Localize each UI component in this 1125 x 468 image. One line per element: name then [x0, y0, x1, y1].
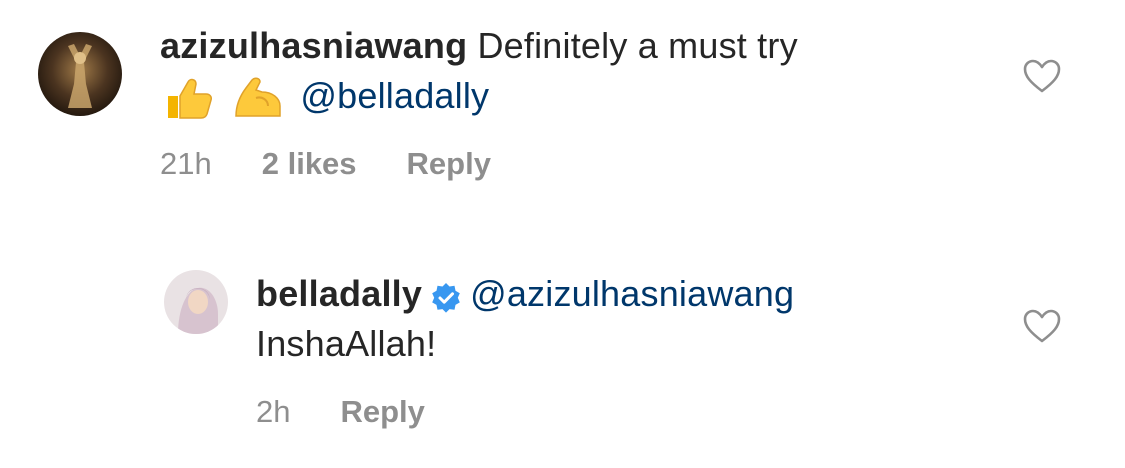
comment-text: azizulhasniawang Definitely a must try @…	[160, 21, 980, 122]
reply-item: belladally @azizulhasniawang InshaAllah!…	[0, 230, 1125, 468]
reply-body: InshaAllah!	[256, 323, 437, 364]
avatar[interactable]	[164, 270, 228, 334]
heart-icon[interactable]	[1022, 308, 1062, 344]
heart-icon[interactable]	[1022, 58, 1062, 94]
comment-meta: 21h 2 likes Reply	[160, 144, 491, 184]
reply-button[interactable]: Reply	[407, 146, 491, 182]
reply-username[interactable]: belladally	[256, 273, 422, 314]
reply-meta: 2h Reply	[256, 392, 425, 432]
comment-time: 21h	[160, 146, 212, 181]
reply-time: 2h	[256, 394, 291, 429]
thumbs-up-icon	[160, 74, 216, 122]
flexed-biceps-icon	[230, 74, 286, 122]
reply-mention[interactable]: @azizulhasniawang	[470, 273, 794, 314]
comment-mention[interactable]: @belladally	[300, 75, 489, 116]
reply-button[interactable]: Reply	[340, 394, 424, 430]
comment-item: azizulhasniawang Definitely a must try @…	[0, 0, 1125, 230]
reply-text: belladally @azizulhasniawang InshaAllah!	[256, 269, 996, 369]
avatar[interactable]	[38, 32, 122, 116]
comment-body: Definitely a must try	[477, 25, 798, 66]
comment-username[interactable]: azizulhasniawang	[160, 25, 467, 66]
comment-likes[interactable]: 2 likes	[262, 146, 357, 182]
verified-badge-icon	[430, 277, 462, 314]
